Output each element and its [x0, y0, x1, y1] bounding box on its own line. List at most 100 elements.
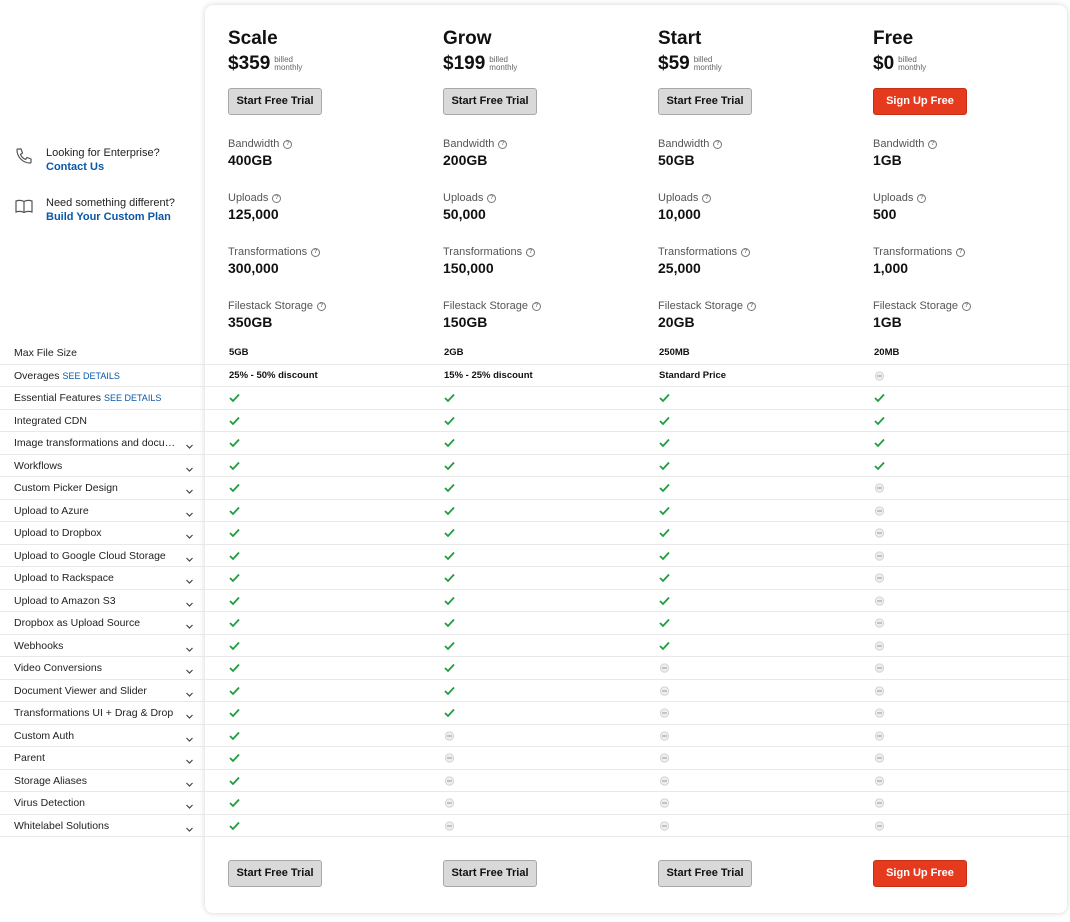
- plan-price: $59: [658, 53, 690, 74]
- table-row[interactable]: Transformations UI + Drag & Drop: [0, 702, 1070, 725]
- check-icon: [659, 545, 670, 567]
- dash-icon: [874, 522, 885, 544]
- feature-name: Upload to Amazon S3: [14, 594, 116, 607]
- info-icon[interactable]: ?: [311, 247, 321, 257]
- start-free-trial-button[interactable]: Start Free Trial: [658, 860, 752, 887]
- table-row[interactable]: Upload to Rackspace: [0, 567, 1070, 590]
- check-icon: [229, 387, 240, 409]
- chevron-down-icon[interactable]: [185, 753, 194, 764]
- table-row[interactable]: Video Conversions: [0, 657, 1070, 680]
- table-row[interactable]: Storage Aliases: [0, 770, 1070, 792]
- sign-up-free-button[interactable]: Sign Up Free: [873, 860, 967, 887]
- metric-bandwidth: Bandwidth? 50GB: [658, 137, 873, 169]
- info-icon[interactable]: ?: [272, 193, 282, 203]
- sign-up-free-button[interactable]: Sign Up Free: [873, 88, 967, 115]
- dash-icon: [874, 477, 885, 499]
- feature-name: Document Viewer and Slider: [14, 684, 147, 697]
- metric-label: Filestack Storage?: [228, 299, 443, 313]
- chevron-down-icon[interactable]: [185, 663, 194, 674]
- chevron-down-icon[interactable]: [185, 461, 194, 472]
- chevron-down-icon[interactable]: [185, 506, 194, 517]
- table-row[interactable]: Custom Auth: [0, 725, 1070, 747]
- chevron-down-icon[interactable]: [185, 641, 194, 652]
- metric-value: 200GB: [443, 152, 488, 168]
- chevron-down-icon[interactable]: [185, 798, 194, 809]
- dash-icon: [874, 365, 885, 387]
- chevron-down-icon[interactable]: [185, 686, 194, 697]
- table-row[interactable]: Upload to Google Cloud Storage: [0, 545, 1070, 567]
- info-icon[interactable]: ?: [741, 247, 751, 257]
- chevron-down-icon[interactable]: [185, 528, 194, 539]
- metric-label: Bandwidth?: [873, 137, 1070, 151]
- feature-name: Overages: [14, 369, 60, 382]
- chevron-down-icon[interactable]: [185, 551, 194, 562]
- table-row[interactable]: Parent: [0, 747, 1070, 770]
- price-row: $199 billed monthly: [443, 52, 658, 76]
- see-details-link[interactable]: SEE DETAILS: [104, 393, 161, 403]
- chevron-down-icon[interactable]: [185, 776, 194, 787]
- dash-icon: [659, 815, 670, 837]
- chevron-down-icon[interactable]: [185, 573, 194, 584]
- table-row[interactable]: Upload to Amazon S3: [0, 590, 1070, 612]
- metric-storage: Filestack Storage? 350GB: [228, 299, 443, 331]
- start-free-trial-button[interactable]: Start Free Trial: [228, 88, 322, 115]
- metric-value: 10,000: [658, 206, 701, 222]
- table-row[interactable]: Whitelabel Solutions: [0, 815, 1070, 837]
- info-icon[interactable]: ?: [746, 301, 756, 311]
- start-free-trial-button[interactable]: Start Free Trial: [658, 88, 752, 115]
- table-row[interactable]: Document Viewer and Slider: [0, 680, 1070, 702]
- info-icon[interactable]: ?: [961, 301, 971, 311]
- table-row[interactable]: Virus Detection: [0, 792, 1070, 815]
- info-icon[interactable]: ?: [702, 193, 712, 203]
- check-icon: [659, 410, 670, 432]
- info-icon[interactable]: ?: [956, 247, 966, 257]
- enterprise-contact[interactable]: Looking for Enterprise? Contact Us: [14, 146, 160, 174]
- chevron-down-icon[interactable]: [185, 438, 194, 449]
- table-row[interactable]: Dropbox as Upload Source: [0, 612, 1070, 635]
- table-row[interactable]: Webhooks: [0, 635, 1070, 657]
- dash-icon: [874, 815, 885, 837]
- dash-icon: [659, 725, 670, 747]
- info-icon[interactable]: ?: [531, 301, 541, 311]
- plan-name: Start: [658, 28, 702, 49]
- start-free-trial-button[interactable]: Start Free Trial: [443, 860, 537, 887]
- table-row[interactable]: Custom Picker Design: [0, 477, 1070, 500]
- info-icon[interactable]: ?: [917, 193, 927, 203]
- metric-transformations: Transformations? 25,000: [658, 245, 873, 277]
- info-icon[interactable]: ?: [713, 139, 723, 149]
- custom-plan[interactable]: Need something different? Build Your Cus…: [14, 196, 175, 224]
- start-free-trial-button[interactable]: Start Free Trial: [443, 88, 537, 115]
- check-icon: [229, 500, 240, 522]
- chevron-down-icon[interactable]: [185, 731, 194, 742]
- chevron-down-icon[interactable]: [185, 483, 194, 494]
- info-icon[interactable]: ?: [498, 139, 508, 149]
- check-icon: [444, 455, 455, 477]
- chevron-down-icon[interactable]: [185, 596, 194, 607]
- dash-icon: [659, 792, 670, 814]
- start-free-trial-button[interactable]: Start Free Trial: [228, 860, 322, 887]
- check-icon: [659, 477, 670, 499]
- info-icon[interactable]: ?: [526, 247, 536, 257]
- chevron-down-icon[interactable]: [185, 821, 194, 832]
- feature-name: Image transformations and document conve…: [14, 437, 182, 449]
- see-details-link[interactable]: SEE DETAILS: [63, 371, 120, 381]
- check-icon: [444, 477, 455, 499]
- feature-name: Upload to Dropbox: [14, 527, 102, 539]
- table-row[interactable]: Upload to Dropbox: [0, 522, 1070, 545]
- chevron-down-icon[interactable]: [185, 618, 194, 629]
- table-row[interactable]: Workflows: [0, 455, 1070, 477]
- billed-note: billed monthly: [694, 56, 722, 72]
- build-custom-plan-link[interactable]: Build Your Custom Plan: [46, 210, 175, 224]
- plan-price: $199: [443, 53, 486, 74]
- contact-us-link[interactable]: Contact Us: [46, 160, 160, 174]
- info-icon[interactable]: ?: [316, 301, 326, 311]
- feature-label: Parent: [14, 747, 182, 769]
- table-row[interactable]: Image transformations and document conve…: [0, 432, 1070, 455]
- metric-label-text: Transformations: [443, 246, 523, 258]
- info-icon[interactable]: ?: [283, 139, 293, 149]
- info-icon[interactable]: ?: [928, 139, 938, 149]
- chevron-down-icon[interactable]: [185, 708, 194, 719]
- table-row[interactable]: Upload to Azure: [0, 500, 1070, 522]
- info-icon[interactable]: ?: [487, 193, 497, 203]
- metric-label-text: Uploads: [228, 192, 269, 204]
